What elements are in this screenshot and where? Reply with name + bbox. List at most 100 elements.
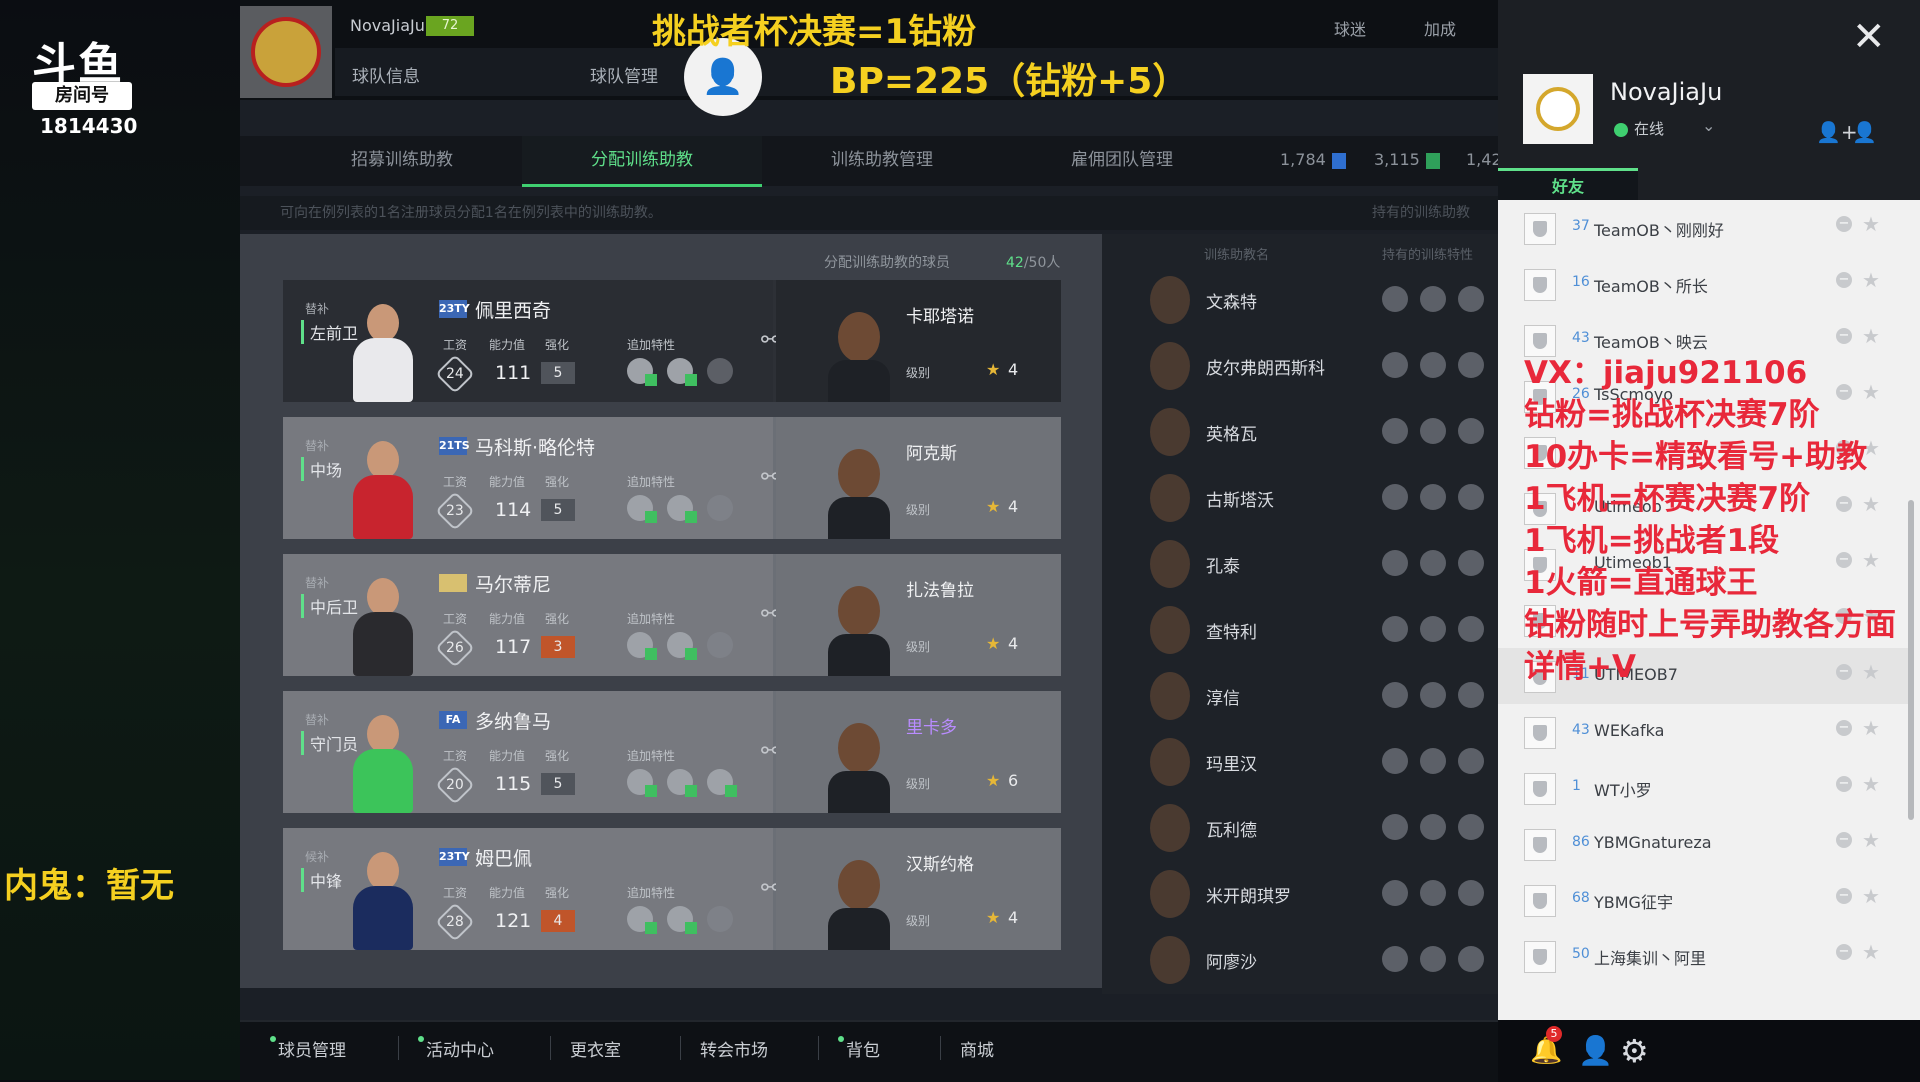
fans-link[interactable]: 球迷 <box>1334 16 1366 40</box>
friend-level: 86 <box>1572 834 1590 850</box>
favorite-star-icon[interactable]: ★ <box>1862 940 1880 964</box>
online-status[interactable]: 在线 <box>1614 118 1664 139</box>
trait-level-icon <box>685 785 697 797</box>
favorite-star-icon[interactable]: ★ <box>1862 212 1880 236</box>
star-icon: ★ <box>986 634 1001 653</box>
remove-friend-icon[interactable]: − <box>1836 944 1852 960</box>
coach-section[interactable]: 里卡多 级别 ★ 6 <box>776 691 1061 813</box>
bottom-nav-item[interactable]: 活动中心 <box>418 1036 494 1061</box>
coach-list-item[interactable]: 古斯塔沃 <box>1102 466 1498 532</box>
coach-section[interactable]: 阿克斯 级别 ★ 4 <box>776 417 1061 539</box>
player-photo <box>345 715 421 813</box>
coach-list-item[interactable]: 文森特 <box>1102 268 1498 334</box>
team-crest[interactable] <box>240 6 332 98</box>
bottom-nav-item[interactable]: 商城 <box>960 1036 994 1061</box>
coach-trait-icon <box>1382 814 1408 840</box>
coach-trait-icon <box>1420 748 1446 774</box>
tab-coach-manage[interactable]: 训练助教管理 <box>762 136 1002 184</box>
friend-row[interactable]: 86 YBMGnatureza − ★ <box>1498 816 1910 872</box>
tab-assign-coach[interactable]: 分配训练助教 <box>522 136 762 187</box>
wage-value: 26 <box>435 628 475 668</box>
bottom-nav-item[interactable]: 球员管理 <box>270 1036 346 1061</box>
friend-row[interactable]: 37 TeamOB丶刚刚好 − ★ <box>1498 200 1910 256</box>
friend-request-icon[interactable]: 👤 <box>1852 120 1877 144</box>
player-coach-row[interactable]: 替补 左前卫 23TY 佩里西奇 工资 能力值 强化 追加特性 24 111 5 ⚯ 卡耶塔诺 级别 ★ 4 <box>283 280 1061 402</box>
player-section[interactable]: 替补 左前卫 23TY 佩里西奇 工资 能力值 强化 追加特性 24 111 5 ⚯ <box>283 280 779 402</box>
player-coach-row[interactable]: 替补 中后卫 马尔蒂尼 工资 能力值 强化 追加特性 26 117 3 ⚯ 扎法鲁拉 级别 ★ 4 <box>283 554 1061 676</box>
promo-line: VX：jiaju921106 <box>1524 355 1808 391</box>
coach-list-item[interactable]: 皮尔弗朗西斯科 <box>1102 334 1498 400</box>
favorite-star-icon[interactable]: ★ <box>1862 884 1880 908</box>
currency-icon <box>1425 152 1440 169</box>
friend-list-scrollbar[interactable] <box>1908 500 1914 820</box>
favorite-star-icon[interactable]: ★ <box>1862 716 1880 740</box>
tab-recruit-coach[interactable]: 招募训练助教 <box>282 136 522 184</box>
wage-caption: 工资 <box>443 749 468 763</box>
team-info-link[interactable]: 球队信息 <box>352 62 420 87</box>
coach-section[interactable]: 卡耶塔诺 级别 ★ 4 <box>776 280 1061 402</box>
bottom-nav-item[interactable]: 更衣室 <box>570 1036 621 1061</box>
coach-level-caption: 级别 <box>906 777 931 791</box>
bonus-link[interactable]: 加成 <box>1424 16 1456 40</box>
favorite-star-icon[interactable]: ★ <box>1862 324 1880 348</box>
favorite-star-icon[interactable]: ★ <box>1862 268 1880 292</box>
coach-list-item[interactable]: 英格瓦 <box>1102 400 1498 466</box>
bottom-nav-label: 转会市场 <box>700 1041 768 1061</box>
player-section[interactable]: 候补 中锋 23TY 姆巴佩 工资 能力值 强化 追加特性 28 121 4 ⚯ <box>283 828 779 950</box>
friend-row[interactable]: 16 TeamOB丶所长 − ★ <box>1498 256 1910 312</box>
player-kit <box>353 886 413 950</box>
remove-friend-icon[interactable]: − <box>1836 776 1852 792</box>
player-section[interactable]: 替补 守门员 FA 多纳鲁马 工资 能力值 强化 追加特性 20 115 5 ⚯ <box>283 691 779 813</box>
tab-friends[interactable]: 好友 <box>1498 168 1638 203</box>
coach-list-photo <box>1150 474 1190 522</box>
friend-row[interactable]: 50 上海集训丶阿里 − ★ <box>1498 928 1910 984</box>
gear-icon[interactable]: ⚙ <box>1620 1032 1649 1070</box>
friend-row[interactable]: 68 YBMG征宇 − ★ <box>1498 872 1910 928</box>
favorite-star-icon[interactable]: ★ <box>1862 772 1880 796</box>
remove-friend-icon[interactable]: − <box>1836 272 1852 288</box>
team-manage-link[interactable]: 球队管理 <box>590 62 658 87</box>
promo-line: 1火箭=直通球王 <box>1524 565 1758 601</box>
coach-list-name: 淳信 <box>1206 689 1240 709</box>
coach-section[interactable]: 扎法鲁拉 级别 ★ 4 <box>776 554 1061 676</box>
bottom-nav-item[interactable]: 转会市场 <box>700 1036 768 1061</box>
coach-list-item[interactable]: 瓦利德 <box>1102 796 1498 862</box>
season-badge: 23TY <box>439 848 470 866</box>
star-icon: ★ <box>986 908 1001 927</box>
coach-list-item[interactable]: 孔泰 <box>1102 532 1498 598</box>
wage-number: 28 <box>446 913 464 930</box>
enhance-value: 5 <box>541 362 575 384</box>
player-photo <box>345 304 421 402</box>
profile-icon[interactable]: 👤 <box>1578 1034 1613 1067</box>
tab-hire-team[interactable]: 雇佣团队管理 <box>1002 136 1242 184</box>
player-section[interactable]: 替补 中场 21TS 马科斯·略伦特 工资 能力值 强化 追加特性 23 114 5 ⚯ <box>283 417 779 539</box>
coach-list-item[interactable]: 阿廖沙 <box>1102 928 1498 994</box>
player-coach-row[interactable]: 替补 守门员 FA 多纳鲁马 工资 能力值 强化 追加特性 20 115 5 ⚯ 里卡多 级别 ★ 6 <box>283 691 1061 813</box>
coach-list-item[interactable]: 玛里汉 <box>1102 730 1498 796</box>
coach-list-item[interactable]: 查特利 <box>1102 598 1498 664</box>
position-label: 中锋 <box>301 868 342 892</box>
close-icon[interactable]: ✕ <box>1852 14 1886 60</box>
friend-row[interactable]: 1 WT小罗 − ★ <box>1498 760 1910 816</box>
coach-list-photo <box>1150 540 1190 588</box>
coach-trait-icon <box>1458 286 1484 312</box>
trait-icon <box>627 632 657 660</box>
coach-section[interactable]: 汉斯约格 级别 ★ 4 <box>776 828 1061 950</box>
player-coach-row[interactable]: 替补 中场 21TS 马科斯·略伦特 工资 能力值 强化 追加特性 23 114 5 ⚯ 阿克斯 级别 ★ 4 <box>283 417 1061 539</box>
player-section[interactable]: 替补 中后卫 马尔蒂尼 工资 能力值 强化 追加特性 26 117 3 ⚯ <box>283 554 779 676</box>
remove-friend-icon[interactable]: − <box>1836 216 1852 232</box>
remove-friend-icon[interactable]: − <box>1836 720 1852 736</box>
remove-friend-icon[interactable]: − <box>1836 328 1852 344</box>
remove-friend-icon[interactable]: − <box>1836 888 1852 904</box>
remove-friend-icon[interactable]: − <box>1836 832 1852 848</box>
chevron-down-icon[interactable]: ⌄ <box>1702 116 1715 135</box>
bottom-nav-item[interactable]: 背包 <box>838 1036 880 1061</box>
player-coach-row[interactable]: 候补 中锋 23TY 姆巴佩 工资 能力值 强化 追加特性 28 121 4 ⚯ 汉斯约格 级别 ★ 4 <box>283 828 1061 950</box>
player-head <box>367 304 399 342</box>
coach-list-photo <box>1150 870 1190 918</box>
friend-row[interactable]: 43 WEKafka − ★ <box>1498 704 1910 760</box>
coach-list-item[interactable]: 淳信 <box>1102 664 1498 730</box>
favorite-star-icon[interactable]: ★ <box>1862 828 1880 852</box>
slot-label: 替补 <box>305 576 330 590</box>
coach-list-item[interactable]: 米开朗琪罗 <box>1102 862 1498 928</box>
